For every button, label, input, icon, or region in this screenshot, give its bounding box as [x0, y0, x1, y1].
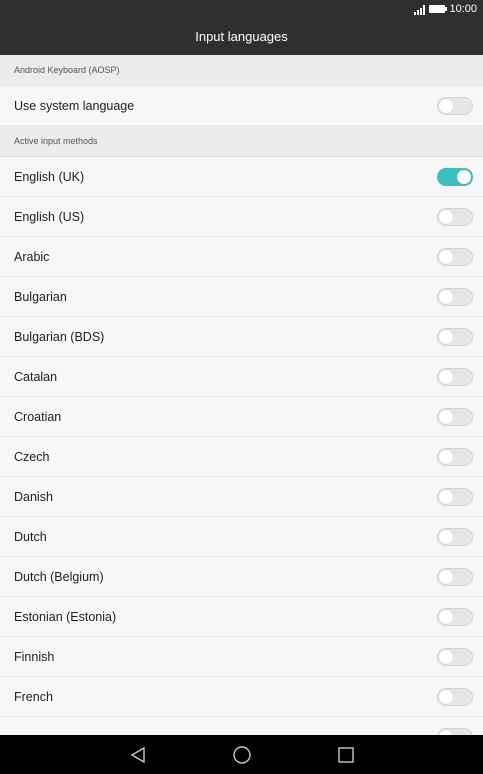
toggle-switch[interactable]: [437, 447, 473, 466]
toggle-switch[interactable]: [437, 287, 473, 306]
language-row[interactable]: Catalan: [0, 357, 483, 397]
language-row[interactable]: Arabic: [0, 237, 483, 277]
toggle-switch[interactable]: [437, 167, 473, 186]
section-header: Active input methods: [0, 126, 483, 157]
toggle-switch[interactable]: [437, 567, 473, 586]
language-row[interactable]: Dutch: [0, 517, 483, 557]
home-icon[interactable]: [229, 742, 255, 768]
navigation-bar: [0, 735, 483, 774]
status-time: 10:00: [449, 3, 477, 15]
row-label: Estonian (Estonia): [14, 609, 117, 624]
app-bar: Input languages: [0, 18, 483, 55]
language-row[interactable]: Bulgarian: [0, 277, 483, 317]
toggle-knob: [439, 489, 453, 504]
toggle-knob: [439, 329, 453, 344]
row-label: Croatian: [14, 409, 62, 424]
language-row[interactable]: Czech: [0, 437, 483, 477]
toggle-switch[interactable]: [437, 607, 473, 626]
toggle-knob: [439, 209, 453, 224]
toggle-knob: [439, 369, 453, 384]
toggle-knob: [439, 98, 453, 113]
toggle-knob: [439, 529, 453, 544]
language-row[interactable]: Estonian (Estonia): [0, 597, 483, 637]
row-label: English (US): [14, 209, 85, 224]
toggle-knob: [439, 289, 453, 304]
language-row[interactable]: Dutch (Belgium): [0, 557, 483, 597]
back-icon[interactable]: [125, 742, 151, 768]
toggle-switch[interactable]: [437, 367, 473, 386]
toggle-knob: [457, 169, 471, 184]
toggle-switch[interactable]: [437, 207, 473, 226]
toggle-knob: [439, 649, 453, 664]
row-label: Finnish: [14, 649, 55, 664]
toggle-switch[interactable]: [437, 487, 473, 506]
toggle-knob: [439, 449, 453, 464]
toggle-knob: [439, 409, 453, 424]
toggle-switch[interactable]: [437, 327, 473, 346]
language-row[interactable]: Finnish: [0, 637, 483, 677]
toggle-switch[interactable]: [437, 407, 473, 426]
section-header: Android Keyboard (AOSP): [0, 55, 483, 86]
toggle-switch[interactable]: [437, 96, 473, 115]
row-label: Bulgarian (BDS): [14, 329, 105, 344]
recents-icon[interactable]: [333, 742, 359, 768]
row-label: Dutch (Belgium): [14, 569, 104, 584]
toggle-switch[interactable]: [437, 527, 473, 546]
row-label: Use system language: [14, 98, 135, 113]
row-label: Catalan: [14, 369, 58, 384]
language-row[interactable]: Bulgarian (BDS): [0, 317, 483, 357]
status-bar: 10:00: [0, 0, 483, 18]
language-row[interactable]: [0, 717, 483, 735]
toggle-switch[interactable]: [437, 727, 473, 735]
signal-icon: [414, 4, 426, 15]
toggle-switch[interactable]: [437, 647, 473, 666]
toggle-knob: [439, 569, 453, 584]
language-row[interactable]: English (US): [0, 197, 483, 237]
toggle-knob: [439, 249, 453, 264]
status-icons: 10:00: [414, 2, 477, 16]
page-title: Input languages: [195, 29, 288, 44]
language-row[interactable]: English (UK): [0, 157, 483, 197]
toggle-knob: [439, 689, 453, 704]
row-label: French: [14, 689, 53, 704]
language-row[interactable]: Use system language: [0, 86, 483, 126]
row-label: English (UK): [14, 169, 85, 184]
battery-icon: [429, 5, 448, 13]
toggle-switch[interactable]: [437, 687, 473, 706]
toggle-knob: [439, 609, 453, 624]
language-row[interactable]: Croatian: [0, 397, 483, 437]
row-label: Bulgarian: [14, 289, 67, 304]
row-label: Dutch: [14, 529, 47, 544]
toggle-switch[interactable]: [437, 247, 473, 266]
settings-list[interactable]: Android Keyboard (AOSP) Use system langua…: [0, 55, 483, 735]
language-row[interactable]: Danish: [0, 477, 483, 517]
row-label: Arabic: [14, 249, 50, 264]
row-label: Czech: [14, 449, 50, 464]
row-label: Danish: [14, 489, 53, 504]
language-row[interactable]: French: [0, 677, 483, 717]
